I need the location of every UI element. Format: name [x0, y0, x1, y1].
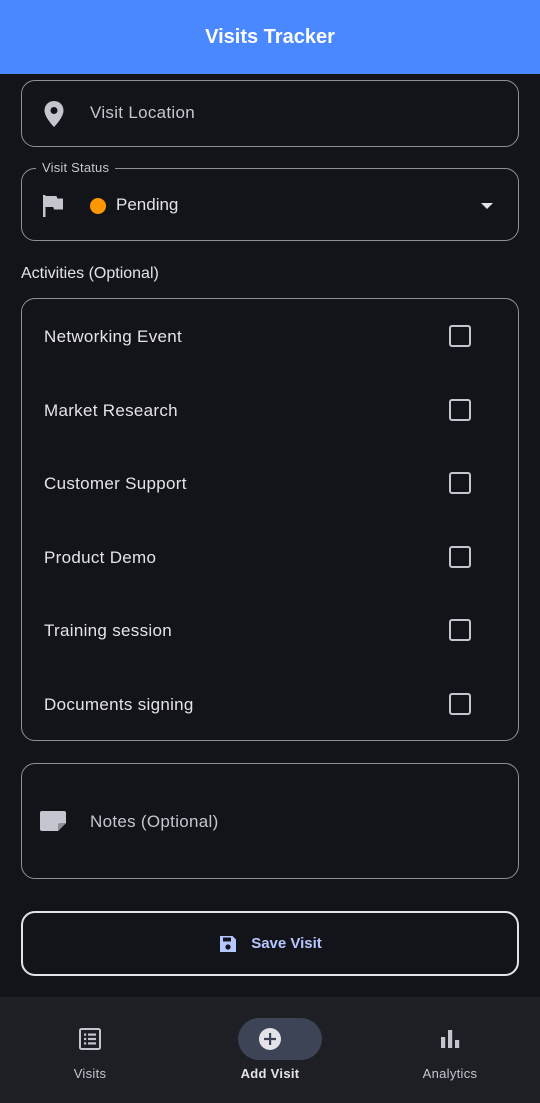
nav-label-visits: Visits: [73, 1066, 107, 1081]
nav-item-analytics[interactable]: Analytics: [360, 997, 540, 1103]
activity-row-product-demo[interactable]: Product Demo: [22, 520, 518, 593]
app-bar: Visits Tracker: [0, 0, 540, 74]
visit-location-field[interactable]: Visit Location: [21, 80, 519, 147]
nav-label-add-visit: Add Visit: [240, 1066, 300, 1081]
visit-status-value: Pending: [116, 195, 179, 214]
bottom-navigation: Visits Add Visit Analytics: [0, 997, 540, 1103]
activity-checkbox[interactable]: [449, 472, 471, 494]
nav-item-visits[interactable]: Visits: [0, 997, 180, 1103]
note-icon: [40, 811, 66, 831]
activity-row-documents-signing[interactable]: Documents signing: [22, 667, 518, 740]
activity-label: Documents signing: [44, 695, 194, 714]
activity-label: Networking Event: [44, 327, 183, 346]
visit-location-placeholder: Visit Location: [90, 103, 196, 122]
activity-checkbox[interactable]: [449, 546, 471, 568]
activity-checkbox[interactable]: [449, 693, 471, 715]
nav-item-add-visit[interactable]: Add Visit: [180, 997, 360, 1103]
status-indicator-dot: [90, 198, 106, 214]
notes-placeholder: Notes (Optional): [90, 812, 219, 831]
visit-status-dropdown[interactable]: Visit Status Pending: [21, 160, 519, 241]
flag-icon: [43, 195, 63, 217]
save-visit-button[interactable]: Save Visit: [21, 911, 519, 976]
activity-row-training-session[interactable]: Training session: [22, 593, 518, 666]
bar-chart-icon: [441, 1030, 460, 1048]
list-icon: [79, 1028, 101, 1050]
activity-row-market-research[interactable]: Market Research: [22, 373, 518, 446]
dropdown-arrow-icon: [481, 203, 493, 209]
add-circle-icon: [259, 1028, 281, 1050]
nav-label-analytics: Analytics: [422, 1066, 478, 1081]
activity-checkbox[interactable]: [449, 325, 471, 347]
activity-label: Customer Support: [44, 474, 187, 493]
activities-section-label: Activities (Optional): [21, 265, 159, 282]
notes-field[interactable]: Notes (Optional): [21, 763, 519, 879]
save-visit-label: Save Visit: [251, 935, 322, 952]
activity-checkbox[interactable]: [449, 399, 471, 421]
activity-row-networking-event[interactable]: Networking Event: [22, 299, 518, 372]
location-pin-icon: [44, 101, 64, 127]
app-title: Visits Tracker: [205, 25, 335, 48]
save-icon: [220, 935, 237, 952]
activities-list: Networking Event Market Research Custome…: [21, 298, 519, 741]
activity-label: Market Research: [44, 401, 178, 420]
activity-label: Product Demo: [44, 548, 157, 567]
activity-row-customer-support[interactable]: Customer Support: [22, 446, 518, 519]
activity-label: Training session: [44, 621, 172, 640]
visit-status-legend: Visit Status: [36, 160, 116, 175]
activity-checkbox[interactable]: [449, 619, 471, 641]
